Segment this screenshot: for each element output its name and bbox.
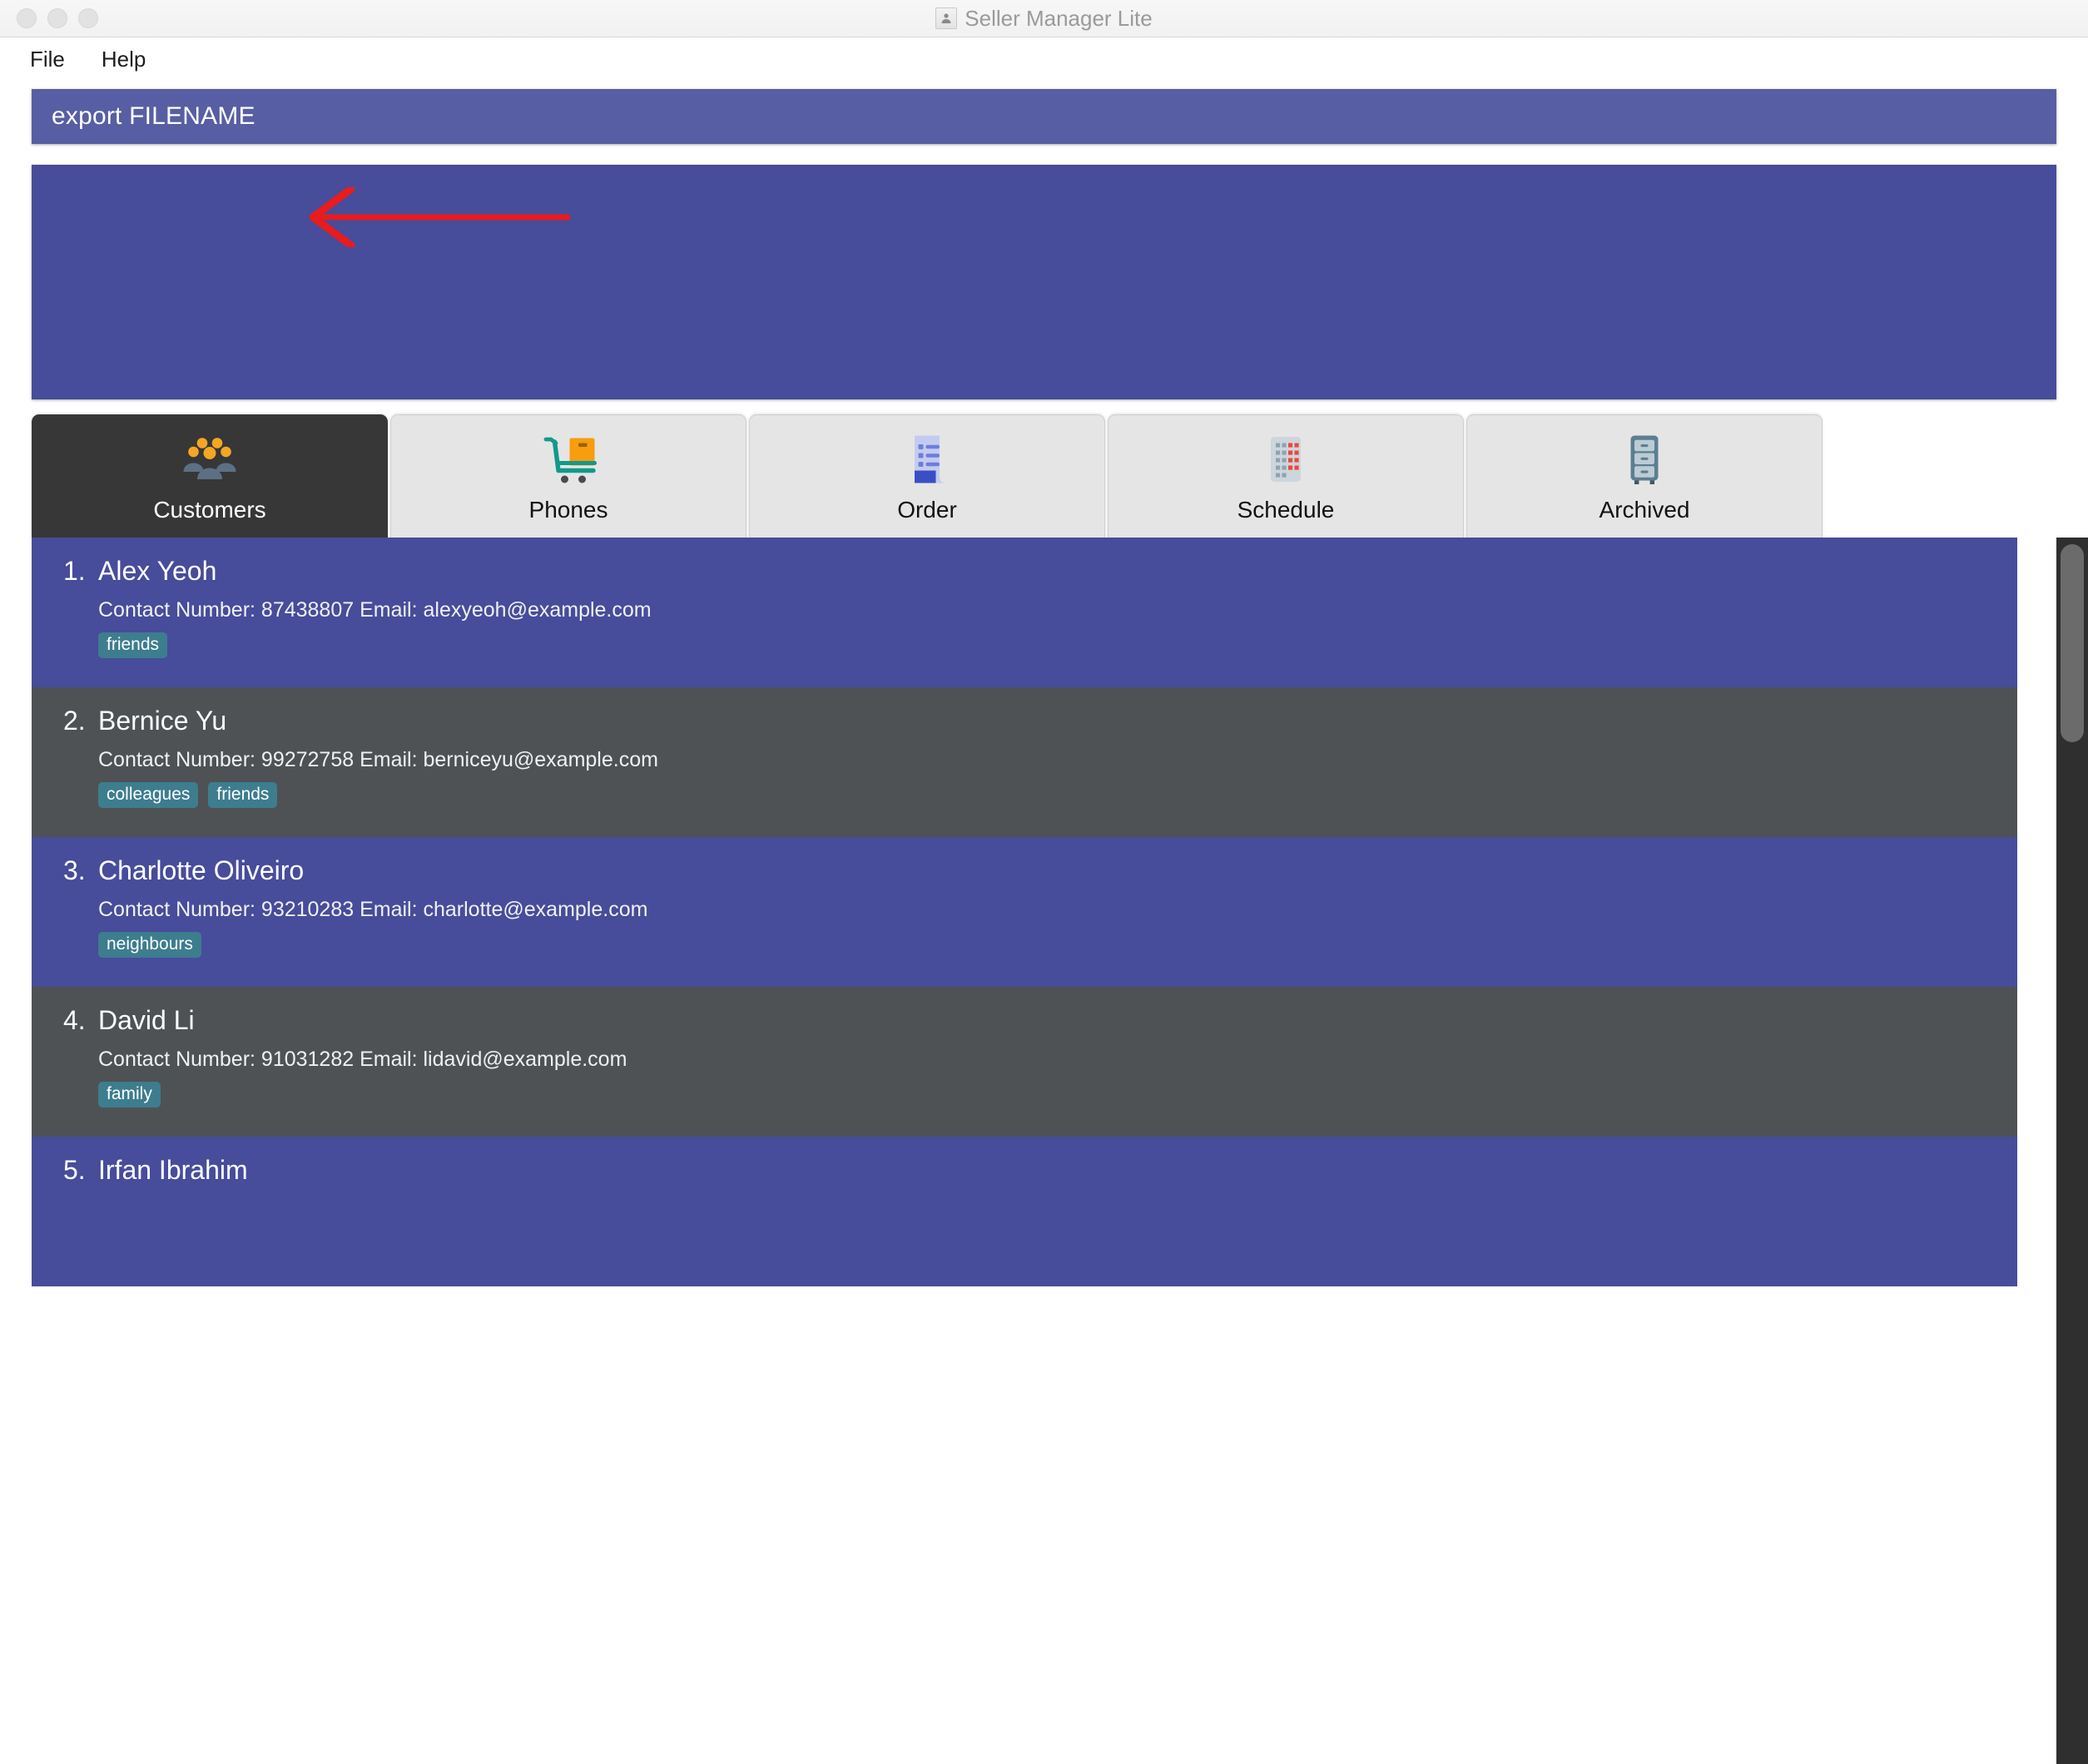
menubar: File Help [0, 37, 2088, 81]
tab-label-customers: Customers [153, 497, 266, 523]
customer-index: 2. [63, 706, 86, 736]
tab-archived[interactable]: Archived [1466, 414, 1823, 538]
customer-name: Alex Yeoh [98, 556, 217, 586]
app-body: export FILENAME [0, 89, 2088, 399]
customer-name: David Li [98, 1005, 195, 1035]
customer-contact-email: Contact Number: 91031282 Email: lidavid@… [98, 1048, 627, 1071]
customer-name: Bernice Yu [98, 706, 227, 736]
people-group-icon [180, 427, 240, 492]
table-row[interactable]: 5. Irfan Ibrahim [32, 1137, 2017, 1286]
customer-tags: neighbours [32, 932, 2017, 958]
tab-phones[interactable]: Phones [390, 414, 746, 538]
customer-tags: friends [32, 632, 2017, 658]
customer-list: 1. Alex Yeoh Contact Number: 87438807 Em… [32, 538, 2017, 1286]
command-input-box[interactable]: export FILENAME [32, 89, 2056, 144]
customer-tags: family [32, 1082, 2017, 1107]
tab-label-phones: Phones [528, 497, 608, 523]
menu-help[interactable]: Help [92, 43, 156, 76]
result-display-box [32, 165, 2056, 399]
customer-contact-email: Contact Number: 93210283 Email: charlott… [98, 898, 648, 921]
status-badge: friends [98, 632, 168, 658]
maximize-button[interactable] [78, 8, 98, 28]
scrollbar-thumb[interactable] [2061, 544, 2084, 742]
window-title: Seller Manager Lite [0, 6, 2088, 32]
customer-contact-email: Contact Number: 87438807 Email: alexyeoh… [98, 598, 652, 622]
file-cabinet-icon [1614, 427, 1674, 492]
status-badge: family [98, 1082, 161, 1107]
customer-title: 5. Irfan Ibrahim [32, 1155, 2017, 1186]
customer-name: Irfan Ibrahim [98, 1155, 248, 1185]
customer-tags: colleagues friends [32, 782, 2017, 808]
tab-label-archived: Archived [1599, 497, 1690, 523]
minimize-button[interactable] [47, 8, 67, 28]
table-row[interactable]: 2. Bernice Yu Contact Number: 99272758 E… [32, 687, 2017, 837]
tab-bar: Customers Phones Order Schedule Archived [0, 411, 2088, 538]
close-button[interactable] [17, 8, 37, 28]
calendar-grid-icon [1256, 427, 1316, 492]
customer-title: 2. Bernice Yu [32, 706, 2017, 736]
customer-title: 3. Charlotte Oliveiro [32, 855, 2017, 886]
customer-index: 4. [63, 1005, 86, 1035]
status-badge: friends [208, 782, 278, 808]
vertical-scrollbar[interactable] [2056, 538, 2088, 1764]
tab-customers[interactable]: Customers [32, 414, 388, 538]
customer-title: 1. Alex Yeoh [32, 556, 2017, 587]
table-row[interactable]: 4. David Li Contact Number: 91031282 Ema… [32, 987, 2017, 1137]
customer-list-panel: 1. Alex Yeoh Contact Number: 87438807 Em… [0, 538, 2088, 1764]
status-badge: neighbours [98, 932, 201, 958]
document-list-icon [897, 427, 957, 492]
table-row[interactable]: 3. Charlotte Oliveiro Contact Number: 93… [32, 837, 2017, 987]
tab-label-order: Order [897, 497, 957, 523]
customer-name: Charlotte Oliveiro [98, 855, 305, 885]
window-titlebar: Seller Manager Lite [0, 0, 2088, 37]
customer-index: 5. [63, 1155, 86, 1185]
tab-schedule[interactable]: Schedule [1108, 414, 1464, 538]
window-title-text: Seller Manager Lite [965, 5, 1153, 31]
window-controls[interactable] [17, 8, 98, 28]
customer-index: 1. [63, 556, 86, 586]
person-icon [935, 7, 958, 29]
tab-label-schedule: Schedule [1237, 497, 1335, 523]
customer-contact-email: Contact Number: 99272758 Email: bernicey… [98, 748, 658, 771]
command-input-text: export FILENAME [52, 102, 255, 130]
status-badge: colleagues [98, 782, 199, 808]
customer-title: 4. David Li [32, 1005, 2017, 1036]
shopping-cart-icon [538, 427, 598, 492]
table-row[interactable]: 1. Alex Yeoh Contact Number: 87438807 Em… [32, 538, 2017, 687]
customer-index: 3. [63, 855, 86, 885]
menu-file[interactable]: File [20, 43, 75, 76]
tab-order[interactable]: Order [749, 414, 1105, 538]
